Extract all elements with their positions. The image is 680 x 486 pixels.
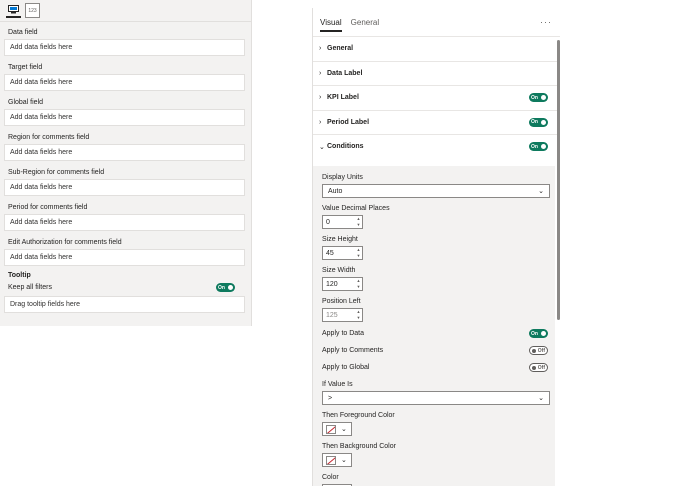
format-pane: Visual General ··· › General › Data Labe… <box>312 8 560 486</box>
apply-to-global-label: Apply to Global <box>322 364 370 371</box>
more-options-icon[interactable]: ··· <box>540 17 552 27</box>
apply-to-global-toggle[interactable]: Off <box>529 363 548 372</box>
section-kpi-label[interactable]: › KPI Label On <box>313 85 560 110</box>
apply-to-data-label: Apply to Data <box>322 330 365 337</box>
chevron-down-icon: ⌄ <box>538 395 544 402</box>
foreground-color-picker[interactable]: ⌄ <box>322 422 352 436</box>
chevron-right-icon: › <box>319 118 322 126</box>
section-period-label[interactable]: › Period Label On <box>313 109 560 135</box>
tooltip-title: Tooltip <box>8 272 31 279</box>
position-left-spinner[interactable]: 125 ▲ ▼ <box>322 308 363 322</box>
period-label-toggle[interactable]: On <box>529 117 548 127</box>
spinner-arrows-icon[interactable]: ▲ ▼ <box>355 247 362 259</box>
target-field-label: Target field <box>8 64 43 71</box>
format-pane-header: Visual General ··· <box>313 8 560 36</box>
kpi-label-toggle[interactable]: On <box>529 93 548 103</box>
apply-to-data-toggle[interactable]: On <box>529 329 548 338</box>
region-comments-field-well[interactable]: Add data fields here <box>4 144 245 161</box>
spinner-arrows-icon[interactable]: ▲ ▼ <box>355 216 362 228</box>
period-comments-field-well[interactable]: Add data fields here <box>4 214 245 231</box>
keep-all-filters-row: Keep all filters On <box>0 283 251 292</box>
period-comments-field-label: Period for comments field <box>8 204 88 211</box>
size-height-label: Size Height <box>322 236 358 243</box>
size-width-label: Size Width <box>322 267 356 274</box>
spinner-arrows-icon[interactable]: ▲ ▼ <box>355 278 362 290</box>
spinner-arrows-icon[interactable]: ▲ ▼ <box>355 309 362 321</box>
chevron-down-icon: ⌄ <box>341 426 347 433</box>
size-height-spinner[interactable]: 45 ▲ ▼ <box>322 246 363 260</box>
global-field-label: Global field <box>8 99 44 106</box>
subregion-comments-field-label: Sub-Region for comments field <box>8 169 105 176</box>
display-units-label: Display Units <box>322 174 363 181</box>
chevron-down-icon: ⌄ <box>319 143 325 151</box>
data-field-label: Data field <box>8 29 38 36</box>
apply-to-global-row: Apply to Global Off <box>322 359 555 376</box>
tab-visual[interactable]: Visual <box>320 8 342 36</box>
conditions-toggle[interactable]: On <box>529 142 548 152</box>
keep-all-filters-toggle[interactable]: On <box>216 283 235 292</box>
if-value-is-select[interactable]: > ⌄ <box>322 391 550 405</box>
subregion-comments-field-well[interactable]: Add data fields here <box>4 179 245 196</box>
region-comments-field-label: Region for comments field <box>8 134 90 141</box>
fields-pane: 123 Data field Add data fields here Targ… <box>0 0 252 326</box>
size-width-spinner[interactable]: 120 ▲ ▼ <box>322 277 363 291</box>
foreground-color-label: Then Foreground Color <box>322 412 395 419</box>
apply-to-comments-label: Apply to Comments <box>322 347 384 354</box>
apply-to-data-row: Apply to Data On <box>322 325 555 342</box>
data-field-well[interactable]: Add data fields here <box>4 39 245 56</box>
chevron-right-icon: › <box>319 69 322 77</box>
background-color-label: Then Background Color <box>322 443 396 450</box>
apply-to-comments-row: Apply to Comments Off <box>322 342 555 359</box>
edit-authorization-field-label: Edit Authorization for comments field <box>8 239 122 246</box>
section-general[interactable]: › General <box>313 36 560 61</box>
color-label: Color <box>322 474 339 481</box>
chevron-down-icon: ⌄ <box>538 188 544 195</box>
conditions-body: Display Units Auto ⌄ Value Decimal Place… <box>313 166 555 486</box>
format-visual-icon[interactable] <box>6 3 21 18</box>
tab-general[interactable]: General <box>351 18 379 27</box>
no-color-swatch-icon <box>326 455 336 465</box>
apply-to-comments-toggle[interactable]: Off <box>529 346 548 355</box>
format-pane-scrollbar[interactable] <box>557 40 560 320</box>
global-field-well[interactable]: Add data fields here <box>4 109 245 126</box>
position-left-label: Position Left <box>322 298 361 305</box>
edit-authorization-field-well[interactable]: Add data fields here <box>4 249 245 266</box>
chevron-down-icon: ⌄ <box>341 457 347 464</box>
fields-toolbar: 123 <box>0 0 251 22</box>
target-field-well[interactable]: Add data fields here <box>4 74 245 91</box>
no-color-swatch-icon <box>326 424 336 434</box>
fields-icon[interactable]: 123 <box>25 3 40 18</box>
keep-all-filters-label: Keep all filters <box>8 284 52 291</box>
section-conditions[interactable]: ⌄ Conditions On <box>313 134 560 159</box>
section-data-label[interactable]: › Data Label <box>313 60 560 86</box>
chevron-right-icon: › <box>319 94 322 102</box>
decimal-places-label: Value Decimal Places <box>322 205 390 212</box>
background-color-picker[interactable]: ⌄ <box>322 453 352 467</box>
tooltip-fields-well[interactable]: Drag tooltip fields here <box>4 296 245 313</box>
chevron-right-icon: › <box>319 45 322 53</box>
display-units-select[interactable]: Auto ⌄ <box>322 184 550 198</box>
decimal-places-spinner[interactable]: 0 ▲ ▼ <box>322 215 363 229</box>
if-value-is-label: If Value Is <box>322 381 353 388</box>
